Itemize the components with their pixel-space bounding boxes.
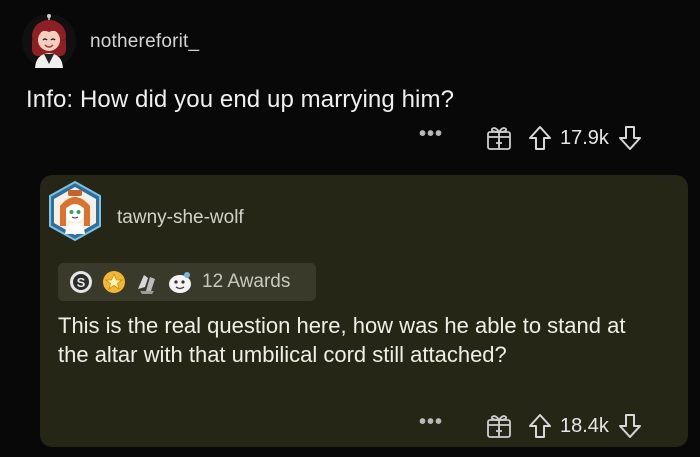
comment-body: Info: How did you end up marrying him?	[26, 86, 455, 113]
reply-actions: ••• 18.4k	[416, 409, 642, 443]
reply-body: This is the real question here, how was …	[58, 313, 626, 367]
more-options-button[interactable]: •••	[416, 124, 446, 144]
awards-count: 12 Awards	[202, 271, 291, 292]
vote-score: 18.4k	[560, 414, 609, 437]
comment-author[interactable]: nothereforit_	[90, 31, 199, 53]
downvote-arrow-icon[interactable]	[618, 125, 642, 151]
silver-award-icon: S	[68, 269, 94, 295]
avatar-snoo-icon[interactable]	[46, 180, 104, 242]
downvote-arrow-icon[interactable]	[618, 413, 642, 439]
upvote-arrow-icon[interactable]	[528, 413, 552, 439]
avatar-red-hair-icon[interactable]	[22, 14, 76, 68]
more-options-button[interactable]: •••	[416, 412, 446, 432]
svg-text:S: S	[77, 275, 86, 290]
reply-comment-card: tawny-she-wolf S 12 Awards This is the r…	[40, 175, 688, 447]
comment-thread: nothereforit_ Info: How did you end up m…	[0, 0, 700, 457]
vote-score: 17.9k	[560, 126, 609, 149]
upvote-arrow-icon[interactable]	[528, 125, 552, 151]
awards-bar[interactable]: S 12 Awards	[58, 263, 316, 301]
gift-award-icon[interactable]	[486, 125, 512, 151]
comment-actions: ••• 17.9k	[416, 121, 642, 155]
gold-award-icon	[101, 269, 127, 295]
gift-award-icon[interactable]	[486, 413, 512, 439]
wholesome-award-icon	[167, 269, 193, 295]
hands-award-icon	[134, 269, 160, 295]
reply-author[interactable]: tawny-she-wolf	[117, 207, 244, 229]
